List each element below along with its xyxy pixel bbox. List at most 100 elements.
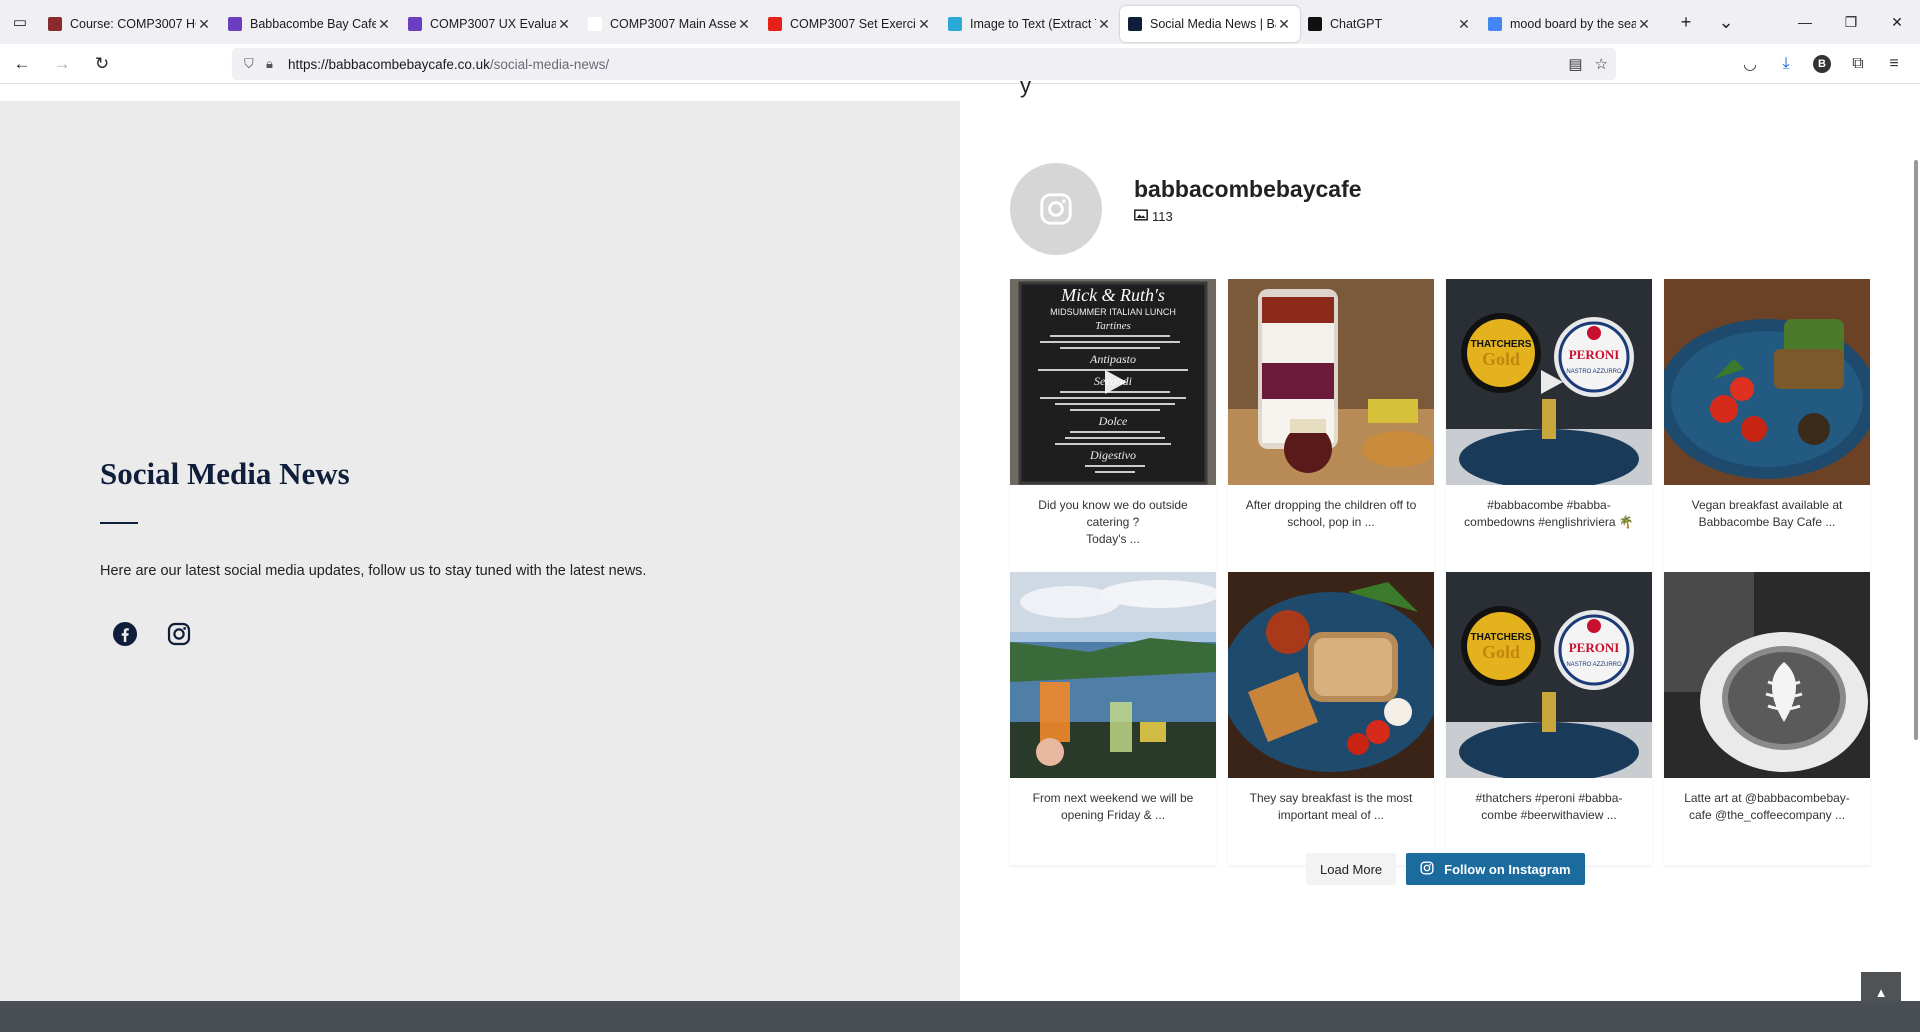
restore-icon[interactable]: ❐	[1828, 0, 1874, 44]
instagram-post[interactable]: They say breakfast is the most important…	[1228, 572, 1434, 865]
instagram-post[interactable]: Mick & Ruth's MIDSUMMER ITALIAN LUNCH Ta…	[1010, 279, 1216, 572]
follow-label: Follow on Instagram	[1444, 861, 1571, 877]
downloads-icon[interactable]: ⤓	[1768, 55, 1804, 73]
instagram-avatar[interactable]	[1010, 163, 1102, 255]
browser-tab[interactable]: COMP3007 Set Exercise ✕	[760, 6, 940, 42]
instagram-post[interactable]: Vegan breakfast available at Babbacombe …	[1664, 279, 1870, 572]
post-image[interactable]: Mick & Ruth's MIDSUMMER ITALIAN LUNCH Ta…	[1010, 279, 1216, 485]
url-path: /social-media-news/	[489, 56, 610, 72]
title-divider	[100, 522, 138, 524]
section-description: Here are our latest social media updates…	[100, 563, 647, 579]
new-tab-icon[interactable]: +	[1666, 12, 1706, 33]
close-tab-icon[interactable]: ✕	[196, 16, 212, 33]
instagram-profile-header: babbacombebaycafe 113	[1010, 163, 1362, 255]
svg-text:Antipasto: Antipasto	[1089, 352, 1136, 366]
post-caption: Vegan breakfast available at Babbacombe …	[1691, 498, 1843, 529]
tab-favicon-icon	[1308, 17, 1322, 31]
instagram-post[interactable]: From next weekend we will be opening Fri…	[1010, 572, 1216, 865]
close-tab-icon[interactable]: ✕	[736, 16, 752, 33]
address-bar-actions: ▤ ☆	[1568, 48, 1608, 80]
tab-list: Course: COMP3007 HCI ✕ Babbacombe Bay Cafe…	[40, 2, 1660, 42]
pocket-icon[interactable]: ◡	[1732, 54, 1768, 74]
list-all-tabs-icon[interactable]: ⌄	[1706, 12, 1746, 33]
forward-icon[interactable]: →	[44, 48, 80, 80]
close-tab-icon[interactable]: ✕	[376, 16, 392, 33]
instagram-post[interactable]: THATCHERS Gold PERONI NASTRO AZZURRO #ba…	[1446, 279, 1652, 572]
instagram-feed-grid: Mick & Ruth's MIDSUMMER ITALIAN LUNCH Ta…	[1010, 279, 1870, 865]
post-count: 113	[1152, 209, 1173, 224]
svg-text:PERONI: PERONI	[1569, 347, 1620, 362]
browser-tab[interactable]: mood board by the sea ✕	[1480, 6, 1660, 42]
back-icon[interactable]: ←	[4, 48, 40, 80]
instagram-post[interactable]: Latte art at @babbacombebay-cafe @the_co…	[1664, 572, 1870, 865]
browser-nav-bar: ← → ↻ ⛉ 🔒︎ https://babbacombebaycafe.co.…	[0, 44, 1920, 84]
close-tab-icon[interactable]: ✕	[1456, 16, 1472, 33]
social-links	[112, 621, 192, 647]
svg-text:NASTRO AZZURRO: NASTRO AZZURRO	[1566, 369, 1622, 375]
footer-strip	[0, 1001, 1920, 1032]
tab-favicon-icon	[408, 17, 422, 31]
post-image[interactable]	[1228, 572, 1434, 778]
address-bar[interactable]: ⛉ 🔒︎ https://babbacombebaycafe.co.uk/soc…	[232, 48, 1616, 80]
bookmark-star-icon[interactable]: ☆	[1595, 55, 1608, 73]
minimize-icon[interactable]: —	[1782, 0, 1828, 44]
svg-text:Gold: Gold	[1482, 349, 1520, 369]
close-tab-icon[interactable]: ✕	[1636, 16, 1652, 33]
post-count-row: 113	[1134, 209, 1362, 224]
page-content: y Social Media News Here are our latest …	[0, 73, 1920, 1032]
instagram-post[interactable]: THATCHERS Gold PERONI NASTRO AZZURRO #th…	[1446, 572, 1652, 865]
post-image[interactable]	[1010, 572, 1216, 778]
close-tab-icon[interactable]: ✕	[1276, 16, 1292, 33]
post-caption: After dropping the children off to schoo…	[1245, 498, 1417, 529]
close-tab-icon[interactable]: ✕	[916, 16, 932, 33]
tab-favicon-icon	[228, 17, 242, 31]
close-window-icon[interactable]: ✕	[1874, 0, 1920, 44]
tab-title: COMP3007 UX Evaluation	[430, 17, 556, 31]
post-caption: They say breakfast is the most important…	[1249, 791, 1413, 822]
svg-text:Tartines: Tartines	[1095, 320, 1131, 332]
profile-avatar[interactable]: B	[1813, 55, 1831, 73]
post-caption: From next weekend we will be opening Fri…	[1032, 791, 1194, 822]
svg-text:Gold: Gold	[1482, 642, 1520, 662]
instagram-username[interactable]: babbacombebaycafe	[1134, 176, 1362, 203]
shield-icon[interactable]: ⛉	[244, 56, 266, 72]
svg-text:MIDSUMMER ITALIAN LUNCH: MIDSUMMER ITALIAN LUNCH	[1050, 307, 1176, 317]
tab-title: Image to Text (Extract Text	[970, 17, 1096, 31]
instagram-post[interactable]: After dropping the children off to schoo…	[1228, 279, 1434, 572]
browser-tab[interactable]: Course: COMP3007 HCI ✕	[40, 6, 220, 42]
intro-panel: Social Media News Here are our latest so…	[0, 101, 960, 1001]
browser-tab[interactable]: ChatGPT ✕	[1300, 6, 1480, 42]
lock-icon[interactable]: 🔒︎	[266, 56, 288, 72]
page-scrollbar[interactable]	[1914, 160, 1918, 740]
reload-icon[interactable]: ↻	[84, 48, 120, 80]
play-icon	[1105, 370, 1127, 394]
extensions-icon[interactable]: ⧉	[1840, 55, 1876, 73]
svg-text:NASTRO AZZURRO: NASTRO AZZURRO	[1566, 662, 1622, 668]
post-image[interactable]: THATCHERS Gold PERONI NASTRO AZZURRO	[1446, 279, 1652, 485]
play-icon	[1541, 370, 1563, 394]
facebook-icon[interactable]	[112, 621, 138, 647]
post-image[interactable]	[1664, 572, 1870, 778]
instagram-meta: babbacombebaycafe 113	[1134, 176, 1362, 224]
tab-favicon-icon	[768, 17, 782, 31]
instagram-icon[interactable]	[166, 621, 192, 647]
load-more-button[interactable]: Load More	[1306, 853, 1397, 885]
tab-title: ChatGPT	[1330, 17, 1383, 31]
browser-tab[interactable]: COMP3007 Main Assessment✕	[580, 6, 760, 42]
browser-tab[interactable]: Social Media News | Babbacombe✕	[1120, 6, 1300, 42]
browser-tab[interactable]: COMP3007 UX Evaluation✕	[400, 6, 580, 42]
tab-title: COMP3007 Set Exercise	[790, 17, 916, 31]
close-tab-icon[interactable]: ✕	[1096, 16, 1112, 33]
tab-title: COMP3007 Main Assessment	[610, 17, 736, 31]
reader-view-icon[interactable]: ▤	[1568, 55, 1582, 73]
post-image[interactable]: THATCHERS Gold PERONI NASTRO AZZURRO	[1446, 572, 1652, 778]
tab-overview-icon[interactable]: ▭	[0, 0, 40, 44]
menu-icon[interactable]: ≡	[1876, 55, 1912, 73]
image-count-icon	[1134, 209, 1148, 224]
browser-tab[interactable]: Babbacombe Bay Cafe ✕	[220, 6, 400, 42]
post-image[interactable]	[1228, 279, 1434, 485]
close-tab-icon[interactable]: ✕	[556, 16, 572, 33]
browser-tab[interactable]: Image to Text (Extract Text✕	[940, 6, 1120, 42]
follow-on-instagram-button[interactable]: Follow on Instagram	[1406, 853, 1585, 885]
post-image[interactable]	[1664, 279, 1870, 485]
